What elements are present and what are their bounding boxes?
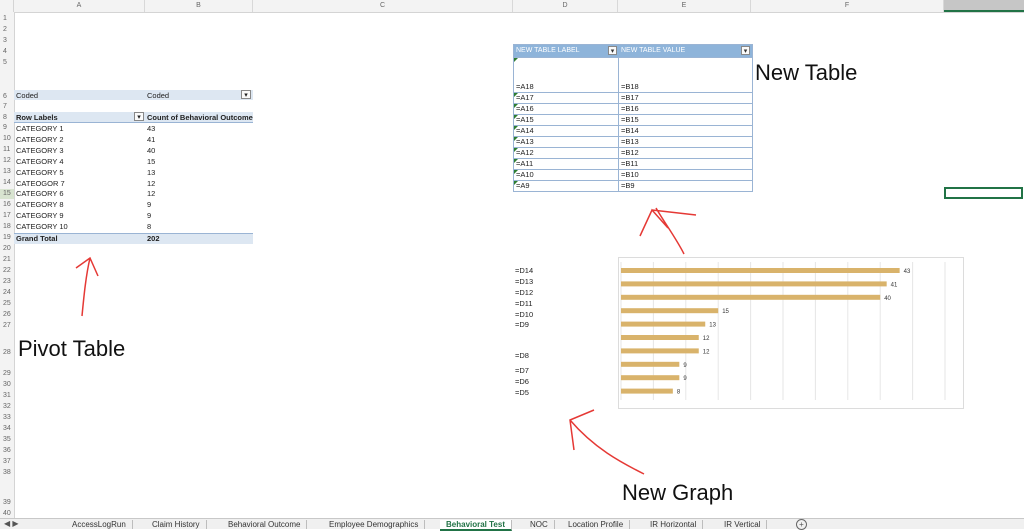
graph-arrow-icon bbox=[569, 409, 645, 475]
table-arrow-icon bbox=[639, 207, 697, 255]
add-sheet-icon[interactable]: + bbox=[796, 519, 807, 530]
annotation-arrows bbox=[75, 207, 697, 475]
pivot-arrow-icon bbox=[75, 256, 99, 317]
sheet-tab-bar: ◀ ▶ AccessLogRun Claim History Behavioral O… bbox=[0, 518, 1024, 531]
sheet-tab[interactable]: Behavioral Test bbox=[440, 520, 512, 531]
tab-scroll-arrows-icon[interactable]: ◀ ▶ bbox=[4, 519, 19, 528]
